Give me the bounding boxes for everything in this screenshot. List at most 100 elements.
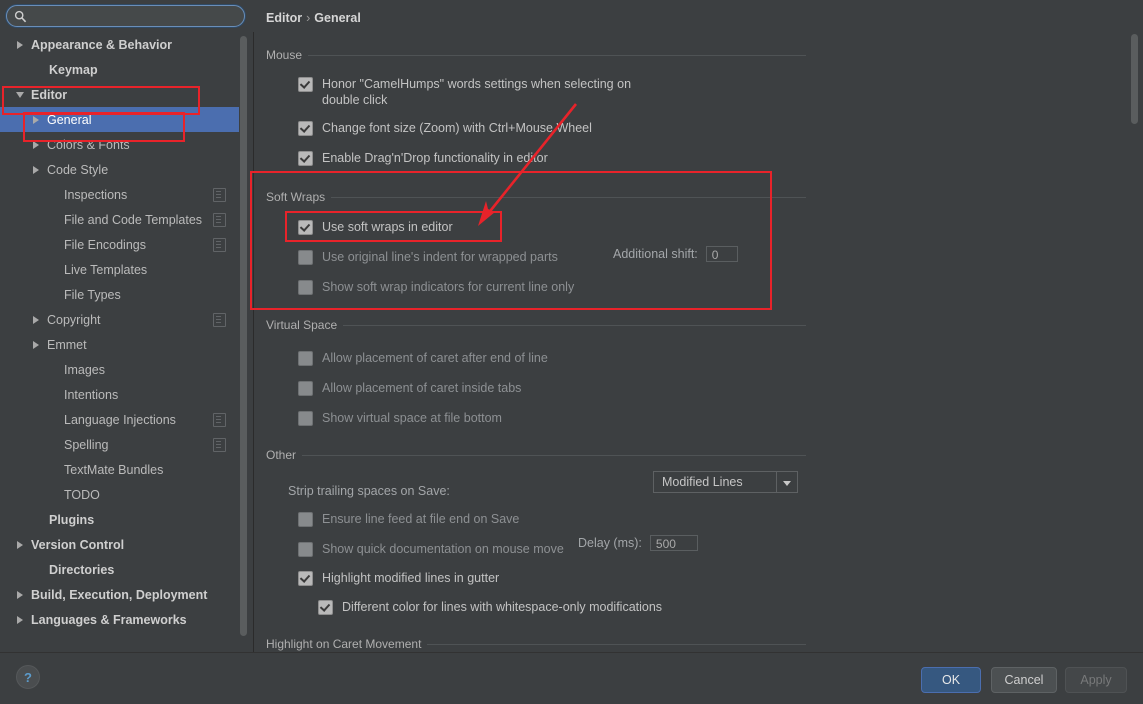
copy-settings-icon[interactable] bbox=[213, 413, 226, 427]
option-highlight-modified-lines[interactable]: Highlight modified lines in gutter bbox=[298, 570, 806, 586]
sidebar-item-emmet[interactable]: Emmet bbox=[0, 332, 240, 357]
option-quick-documentation[interactable]: Show quick documentation on mouse move bbox=[298, 541, 806, 557]
ok-button[interactable]: OK bbox=[921, 667, 981, 693]
search-field[interactable] bbox=[6, 5, 245, 27]
sidebar-item-directories[interactable]: Directories bbox=[0, 557, 240, 582]
option-use-soft-wraps[interactable]: Use soft wraps in editor bbox=[298, 219, 806, 235]
cancel-button[interactable]: Cancel bbox=[991, 667, 1057, 693]
sidebar-item-label: Spelling bbox=[64, 437, 109, 452]
option-virtual-space-bottom[interactable]: Show virtual space at file bottom bbox=[298, 410, 806, 426]
sidebar-item-language-injections[interactable]: Language Injections bbox=[0, 407, 240, 432]
copy-settings-icon[interactable] bbox=[213, 313, 226, 327]
sidebar-item-label: Build, Execution, Deployment bbox=[31, 587, 208, 602]
apply-button[interactable]: Apply bbox=[1065, 667, 1127, 693]
sidebar-item-build-execution-deployment[interactable]: Build, Execution, Deployment bbox=[0, 582, 240, 607]
sidebar-item-languages-frameworks[interactable]: Languages & Frameworks bbox=[0, 607, 240, 632]
sidebar-item-plugins[interactable]: Plugins bbox=[0, 507, 240, 532]
checkbox-honor-camelhumps[interactable] bbox=[298, 77, 313, 92]
sidebar-item-label: TODO bbox=[64, 487, 100, 502]
option-show-softwrap-indicators[interactable]: Show soft wrap indicators for current li… bbox=[298, 279, 806, 295]
content-scrollbar-thumb[interactable] bbox=[1131, 34, 1138, 124]
breadcrumb-parent[interactable]: Editor bbox=[266, 11, 302, 25]
content-scrollbar[interactable] bbox=[1130, 34, 1139, 644]
option-label: Allow placement of caret after end of li… bbox=[322, 351, 548, 365]
option-honor-camelhumps[interactable]: Honor "CamelHumps" words settings when s… bbox=[298, 76, 658, 108]
strip-trailing-spaces-dropdown[interactable]: Modified Lines bbox=[653, 471, 798, 493]
sidebar-item-images[interactable]: Images bbox=[0, 357, 240, 382]
settings-sidebar[interactable]: Appearance & Behavior Keymap Editor General… bbox=[0, 32, 254, 652]
option-change-font-size[interactable]: Change font size (Zoom) with Ctrl+Mouse … bbox=[298, 120, 806, 136]
checkbox-quick-documentation[interactable] bbox=[298, 542, 313, 557]
sidebar-item-label: Code Style bbox=[47, 162, 109, 177]
sidebar-item-inspections[interactable]: Inspections bbox=[0, 182, 240, 207]
sidebar-item-code-style[interactable]: Code Style bbox=[0, 157, 240, 182]
option-label: Enable Drag'n'Drop functionality in edit… bbox=[322, 151, 548, 165]
sidebar-item-keymap[interactable]: Keymap bbox=[0, 57, 240, 82]
delay-row: Delay (ms): 500 bbox=[578, 535, 698, 551]
chevron-down-icon[interactable] bbox=[776, 472, 797, 492]
checkbox-ensure-line-feed[interactable] bbox=[298, 512, 313, 527]
sidebar-item-spelling[interactable]: Spelling bbox=[0, 432, 240, 457]
option-caret-after-eol[interactable]: Allow placement of caret after end of li… bbox=[298, 350, 806, 366]
sidebar-scrollbar-thumb[interactable] bbox=[240, 36, 247, 636]
chevron-right-icon[interactable] bbox=[14, 38, 27, 51]
sidebar-item-label: General bbox=[47, 112, 92, 127]
checkbox-caret-inside-tabs[interactable] bbox=[298, 381, 313, 396]
sidebar-item-file-encodings[interactable]: File Encodings bbox=[0, 232, 240, 257]
section-divider-line bbox=[427, 643, 806, 645]
copy-settings-icon[interactable] bbox=[213, 238, 226, 252]
checkbox-show-softwrap-indicators[interactable] bbox=[298, 280, 313, 295]
sidebar-item-live-templates[interactable]: Live Templates bbox=[0, 257, 240, 282]
search-input[interactable] bbox=[27, 9, 244, 23]
option-caret-inside-tabs[interactable]: Allow placement of caret inside tabs bbox=[298, 380, 806, 396]
sidebar-item-file-and-code-templates[interactable]: File and Code Templates bbox=[0, 207, 240, 232]
option-ensure-line-feed[interactable]: Ensure line feed at file end on Save bbox=[298, 511, 806, 527]
checkbox-different-color-whitespace[interactable] bbox=[318, 600, 333, 615]
chevron-right-icon[interactable] bbox=[30, 113, 43, 126]
settings-tree[interactable]: Appearance & Behavior Keymap Editor General… bbox=[0, 32, 240, 632]
help-icon[interactable]: ? bbox=[16, 665, 40, 689]
breadcrumb-current: General bbox=[314, 11, 361, 25]
option-label: Different color for lines with whitespac… bbox=[342, 600, 663, 614]
copy-settings-icon[interactable] bbox=[213, 438, 226, 452]
chevron-right-icon[interactable] bbox=[30, 338, 43, 351]
sidebar-item-appearance-behavior[interactable]: Appearance & Behavior bbox=[0, 32, 240, 57]
chevron-right-icon[interactable] bbox=[14, 588, 27, 601]
checkbox-use-original-indent[interactable] bbox=[298, 250, 313, 265]
sidebar-item-general[interactable]: General bbox=[0, 107, 240, 132]
sidebar-scrollbar[interactable] bbox=[239, 34, 248, 648]
option-label: Allow placement of caret inside tabs bbox=[322, 381, 522, 395]
checkbox-enable-dragdrop[interactable] bbox=[298, 151, 313, 166]
copy-settings-icon[interactable] bbox=[213, 188, 226, 202]
sidebar-item-label: Colors & Fonts bbox=[47, 137, 130, 152]
checkbox-use-soft-wraps[interactable] bbox=[298, 220, 313, 235]
additional-shift-input[interactable]: 0 bbox=[705, 246, 738, 262]
checkbox-highlight-modified-lines[interactable] bbox=[298, 571, 313, 586]
checkbox-change-font-size[interactable] bbox=[298, 121, 313, 136]
option-label: Show virtual space at file bottom bbox=[322, 411, 502, 425]
chevron-right-icon[interactable] bbox=[30, 138, 43, 151]
chevron-down-icon[interactable] bbox=[14, 88, 27, 101]
option-enable-dragdrop[interactable]: Enable Drag'n'Drop functionality in edit… bbox=[298, 150, 806, 166]
copy-settings-icon[interactable] bbox=[213, 213, 226, 227]
sidebar-item-copyright[interactable]: Copyright bbox=[0, 307, 240, 332]
sidebar-item-label: Copyright bbox=[47, 312, 101, 327]
sidebar-item-todo[interactable]: TODO bbox=[0, 482, 240, 507]
sidebar-item-label: Emmet bbox=[47, 337, 87, 352]
sidebar-item-textmate-bundles[interactable]: TextMate Bundles bbox=[0, 457, 240, 482]
section-virtual-space: Virtual Space Allow placement of caret a… bbox=[266, 317, 806, 426]
chevron-right-icon[interactable] bbox=[30, 313, 43, 326]
delay-input[interactable]: 500 bbox=[649, 535, 698, 551]
sidebar-item-file-types[interactable]: File Types bbox=[0, 282, 240, 307]
checkbox-caret-after-eol[interactable] bbox=[298, 351, 313, 366]
section-virtual-space-header: Virtual Space bbox=[266, 317, 806, 333]
chevron-right-icon[interactable] bbox=[30, 163, 43, 176]
checkbox-virtual-space-bottom[interactable] bbox=[298, 411, 313, 426]
chevron-right-icon[interactable] bbox=[14, 538, 27, 551]
sidebar-item-version-control[interactable]: Version Control bbox=[0, 532, 240, 557]
sidebar-item-colors-fonts[interactable]: Colors & Fonts bbox=[0, 132, 240, 157]
sidebar-item-intentions[interactable]: Intentions bbox=[0, 382, 240, 407]
sidebar-item-editor[interactable]: Editor bbox=[0, 82, 240, 107]
chevron-right-icon[interactable] bbox=[14, 613, 27, 626]
option-different-color-whitespace[interactable]: Different color for lines with whitespac… bbox=[318, 599, 806, 615]
